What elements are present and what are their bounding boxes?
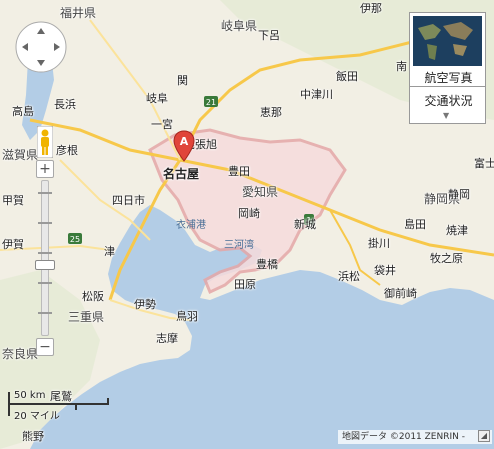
city-yaizu: 焼津 — [446, 224, 468, 237]
city-nagahama: 長浜 — [54, 98, 76, 111]
map-pin-icon: A — [173, 130, 195, 162]
chevron-down-icon: ▼ — [443, 111, 450, 120]
city-makinohara: 牧之原 — [430, 252, 463, 265]
globe-thumbnail-icon — [413, 16, 482, 66]
pref-aichi: 愛知県 — [242, 185, 279, 199]
aerial-view-button[interactable]: 航空写真 — [409, 12, 486, 90]
zoom-tick — [38, 192, 52, 194]
aerial-label: 航空写真 — [424, 71, 473, 85]
scale-km-label: 50 km — [14, 390, 46, 401]
pref-mie: 三重県 — [68, 310, 105, 324]
city-iga: 伊賀 — [2, 238, 24, 251]
city-omaezaki: 御前崎 — [384, 287, 417, 300]
city-toyohashi: 豊橋 — [256, 258, 278, 271]
city-seki: 関 — [177, 74, 188, 87]
city-tahara: 田原 — [234, 278, 256, 291]
scale-miles-label: 20 マイル — [14, 411, 60, 422]
pref-gifu: 岐阜県 — [221, 19, 258, 33]
city-ena: 恵那 — [260, 106, 282, 119]
city-ichinomiya: 一宮 — [151, 118, 173, 131]
svg-text:21: 21 — [206, 98, 216, 107]
pref-shiga: 滋賀県 — [2, 148, 39, 162]
location-marker[interactable]: A — [173, 130, 195, 162]
map-credits: 地図データ ©2011 ZENRIN - — [338, 430, 492, 444]
city-yokkaichi: 四日市 — [112, 194, 145, 207]
pan-control[interactable] — [14, 20, 68, 74]
zoom-tick — [38, 312, 52, 314]
pref-nara: 奈良県 — [2, 347, 39, 361]
zoom-tick — [38, 222, 52, 224]
svg-text:25: 25 — [70, 235, 80, 244]
city-okazaki: 岡崎 — [238, 207, 260, 220]
pref-fukui: 福井県 — [60, 6, 97, 20]
zoom-out-button[interactable]: − — [36, 338, 54, 356]
city-toyota: 豊田 — [228, 165, 250, 178]
pan-control-icon — [15, 21, 67, 73]
city-kakegawa: 掛川 — [368, 237, 390, 250]
city-tsu: 津 — [104, 245, 115, 258]
city-nagoya: 名古屋 — [163, 167, 200, 181]
water-mikawa-bay: 三河湾 — [224, 240, 254, 251]
city-gero: 下呂 — [258, 29, 280, 42]
expand-corner-icon[interactable]: ◢ — [478, 430, 490, 442]
city-matsusaka: 松阪 — [82, 290, 104, 303]
city-kumano: 熊野 — [22, 430, 44, 443]
city-takashima: 高島 — [12, 105, 34, 118]
city-minami: 南 — [396, 60, 407, 73]
city-hikone: 彦根 — [56, 144, 78, 157]
city-fukuroi: 袋井 — [374, 264, 396, 277]
city-iida: 飯田 — [336, 70, 358, 83]
city-shinshiro: 新城 — [294, 218, 316, 231]
water-kinuura: 衣浦港 — [176, 220, 206, 231]
pegman-icon[interactable] — [36, 125, 54, 159]
city-shimada: 島田 — [404, 218, 426, 231]
city-ise: 伊勢 — [134, 298, 156, 311]
scale-bar: 50 km 20 マイル — [6, 390, 116, 422]
traffic-button[interactable]: 交通状況 ▼ — [409, 86, 486, 124]
zoom-tick — [38, 282, 52, 284]
map-canvas[interactable]: 21 25 1 福井県 岐阜県 愛知県 静岡県 滋賀県 三重県 奈良県 下呂 飯… — [0, 0, 494, 449]
city-fuji: 富士 — [474, 157, 494, 170]
svg-text:A: A — [180, 135, 189, 148]
pegman-figure-icon — [36, 125, 54, 159]
zoom-slider-handle[interactable] — [35, 260, 55, 270]
city-toba: 鳥羽 — [176, 310, 198, 323]
city-shizuoka: 静岡 — [448, 188, 470, 201]
city-ina: 伊那 — [360, 2, 382, 15]
city-koka: 甲賀 — [2, 194, 24, 207]
aerial-thumbnail — [413, 16, 482, 66]
city-shima: 志摩 — [156, 332, 178, 345]
zoom-tick — [38, 252, 52, 254]
city-gifu: 岐阜 — [146, 92, 168, 105]
city-nakatsugawa: 中津川 — [300, 88, 333, 101]
zoom-in-button[interactable]: + — [36, 160, 54, 178]
traffic-label: 交通状況 — [424, 94, 473, 108]
city-hamamatsu: 浜松 — [338, 270, 360, 283]
